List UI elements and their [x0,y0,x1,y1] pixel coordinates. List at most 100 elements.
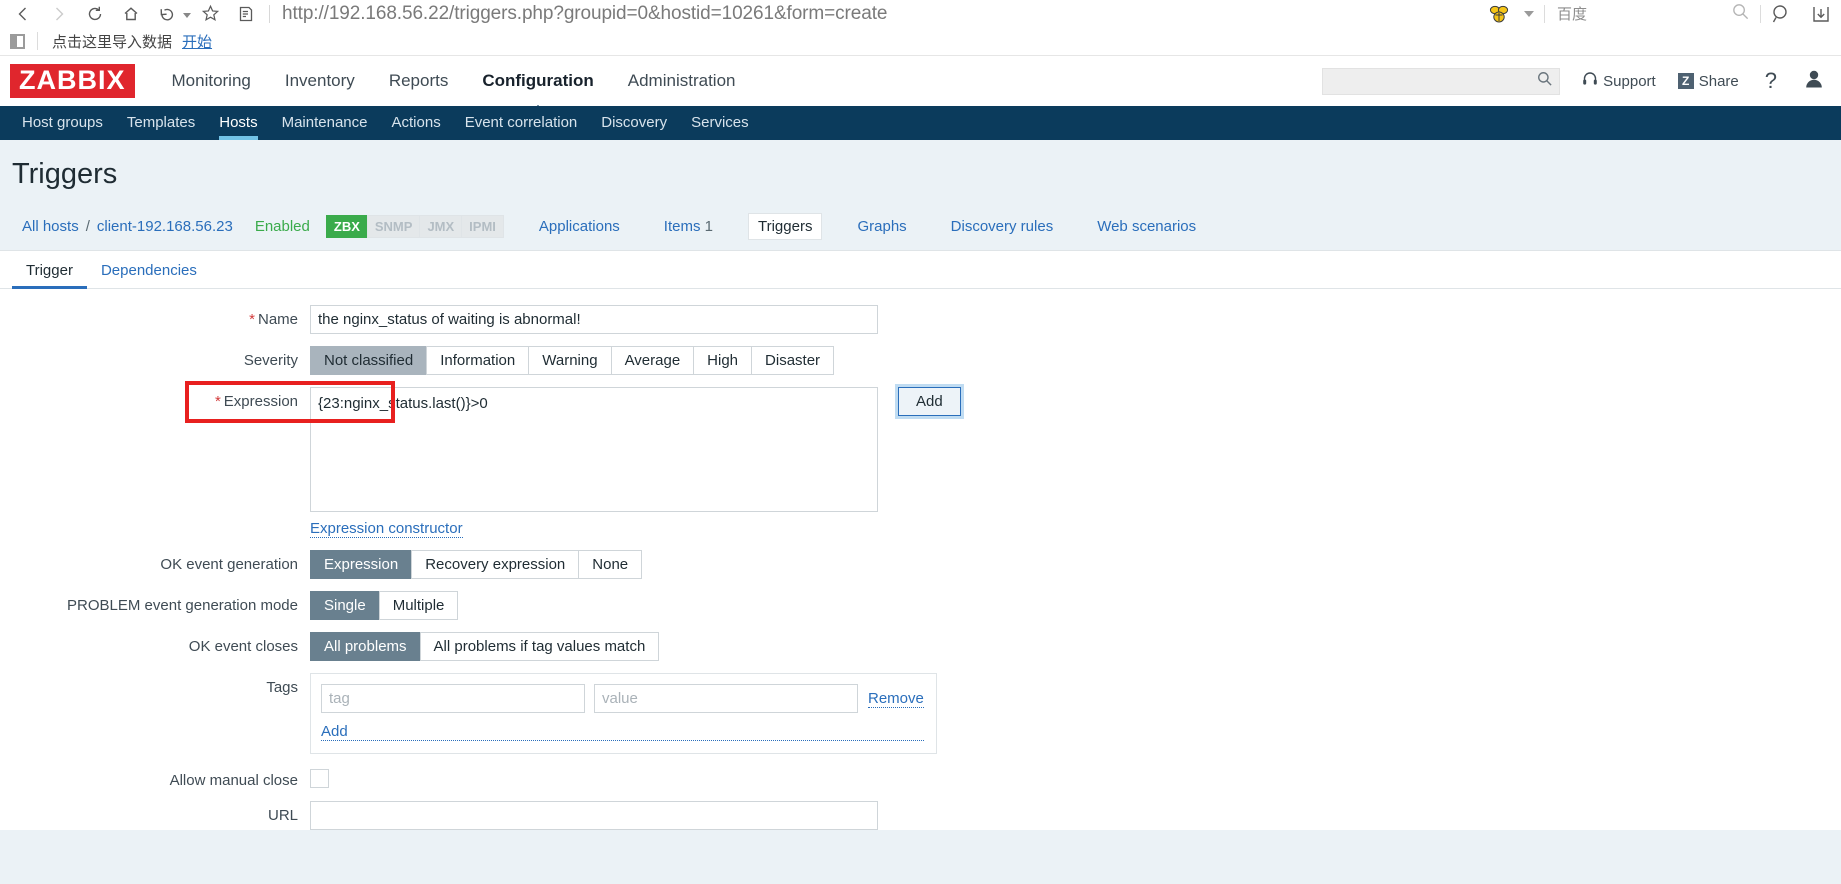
support-label: Support [1603,72,1656,90]
severity-average[interactable]: Average [610,346,694,375]
forward-icon[interactable] [42,1,76,27]
breadcrumb-tab-discovery-rules[interactable]: Discovery rules [942,214,1063,239]
form-row-tags: Tags Remove Add [0,673,1841,754]
browser-search-box[interactable]: 百度 [1545,2,1760,26]
zabbix-header: ZABBIX Monitoring Inventory Reports Conf… [0,56,1841,106]
form-row-expression: * Expression {23:nginx_status.last()}>0 A… [0,381,1841,512]
ok-event-closes-segmented-control: All problems All problems if tag values … [310,632,660,661]
severity-label: Severity [243,352,298,369]
breadcrumb-host[interactable]: client-192.168.56.23 [97,218,233,235]
global-search-input[interactable] [1329,72,1537,90]
severity-high[interactable]: High [693,346,752,375]
name-input[interactable] [310,305,878,334]
severity-not-classified[interactable]: Not classified [310,346,427,375]
protocol-badge-snmp: SNMP [366,215,420,238]
bookmarks-divider [37,32,38,50]
sidebar-toggle-icon[interactable] [10,33,25,49]
undo-dropdown-caret-icon[interactable] [183,13,191,18]
download-icon[interactable] [1801,0,1841,27]
tag-add-link[interactable]: Add [321,723,924,741]
expression-wrapper: {23:nginx_status.last()}>0 Add [185,381,961,512]
subnav-host-groups[interactable]: Host groups [10,106,115,140]
protocol-badge-ipmi: IPMI [461,215,504,238]
browser-toolbar-right: 百度 [1486,0,1841,27]
ok-closes-all-problems[interactable]: All problems [310,632,420,661]
url-label: URL [267,807,298,824]
subnav-discovery[interactable]: Discovery [589,106,679,140]
home-icon[interactable] [114,1,148,27]
breadcrumb-tab-graphs[interactable]: Graphs [848,214,915,239]
nav-administration[interactable]: Administration [611,56,753,106]
problem-event-mode-control: Single Multiple [310,591,1841,620]
nav-monitoring[interactable]: Monitoring [155,56,268,106]
support-link[interactable]: Support [1582,71,1656,91]
share-link[interactable]: Z Share [1677,73,1739,90]
subnav-templates[interactable]: Templates [115,106,207,140]
allow-manual-close-label: Allow manual close [169,772,298,789]
breadcrumb-tab-web-scenarios[interactable]: Web scenarios [1088,214,1205,239]
problem-event-mode-segmented-control: Single Multiple [310,591,459,620]
breadcrumb-tab-items[interactable]: Items 1 [655,214,722,239]
search-icon[interactable] [1731,2,1750,26]
browser-nav-icons [0,1,263,27]
tag-remove-link[interactable]: Remove [868,690,924,708]
subnav-maintenance[interactable]: Maintenance [270,106,380,140]
severity-information[interactable]: Information [426,346,529,375]
ok-event-closes-label: OK event closes [188,638,298,655]
subnav-actions[interactable]: Actions [380,106,453,140]
url-bar[interactable]: http://192.168.56.22/triggers.php?groupi… [282,3,887,25]
reload-icon[interactable] [78,1,112,27]
search-icon[interactable] [1536,70,1553,92]
tag-name-input[interactable] [321,684,585,713]
sub-nav: Host groups Templates Hosts Maintenance … [0,106,1841,140]
ok-event-generation-control: Expression Recovery expression None [310,550,1841,579]
ok-event-expression[interactable]: Expression [310,550,412,579]
bee-icon[interactable] [1486,3,1512,25]
subnav-hosts[interactable]: Hosts [207,106,269,140]
page-title: Triggers [12,158,118,190]
protocol-badge-zbx: ZBX [325,215,367,238]
ok-closes-tag-match[interactable]: All problems if tag values match [419,632,660,661]
form-row-expression-constructor: Expression constructor [0,520,1841,538]
problem-event-single[interactable]: Single [310,591,379,620]
expression-textarea[interactable]: {23:nginx_status.last()}>0 [310,387,878,512]
subnav-services[interactable]: Services [679,106,761,140]
expression-constructor-link[interactable]: Expression constructor [310,520,463,538]
form-row-severity: Severity Not classified Information Warn… [0,346,1841,375]
breadcrumb-tab-applications[interactable]: Applications [530,214,629,239]
url-input[interactable] [310,801,878,830]
severity-warning[interactable]: Warning [528,346,611,375]
star-icon[interactable] [193,1,227,27]
nav-configuration[interactable]: Configuration [465,56,610,106]
subnav-event-correlation[interactable]: Event correlation [453,106,590,140]
import-data-start-link[interactable]: 开始 [182,31,212,52]
zoom-search-icon[interactable] [1761,0,1801,27]
tag-value-input[interactable] [594,684,858,713]
nav-inventory[interactable]: Inventory [268,56,372,106]
ok-event-none[interactable]: None [578,550,643,579]
problem-event-multiple[interactable]: Multiple [378,591,459,620]
global-search-box[interactable] [1322,67,1561,95]
allow-manual-close-checkbox[interactable] [310,769,329,788]
trigger-form: *Name Severity Not classified Informatio… [0,289,1841,830]
expression-label-text: Expression [223,393,298,410]
back-icon[interactable] [6,1,40,27]
search-engine-caret-icon[interactable] [1524,10,1534,17]
breadcrumb-all-hosts[interactable]: All hosts [22,218,79,235]
breadcrumb-tab-triggers[interactable]: Triggers [748,213,823,240]
reader-icon[interactable] [229,1,263,27]
name-control [310,305,1841,334]
tab-dependencies[interactable]: Dependencies [87,262,211,288]
expression-add-button[interactable]: Add [898,387,961,416]
header-right: Support Z Share ? [1322,56,1825,106]
ok-event-recovery-expression[interactable]: Recovery expression [411,550,579,579]
share-badge-icon: Z [1677,73,1694,89]
severity-disaster[interactable]: Disaster [751,346,835,375]
severity-segmented-control: Not classified Information Warning Avera… [310,346,835,375]
zabbix-logo[interactable]: ZABBIX [10,64,135,98]
undo-icon[interactable] [150,1,184,27]
tab-trigger[interactable]: Trigger [12,262,87,289]
nav-reports[interactable]: Reports [372,56,466,106]
help-icon[interactable]: ? [1765,68,1777,94]
user-avatar-icon[interactable] [1803,68,1825,95]
